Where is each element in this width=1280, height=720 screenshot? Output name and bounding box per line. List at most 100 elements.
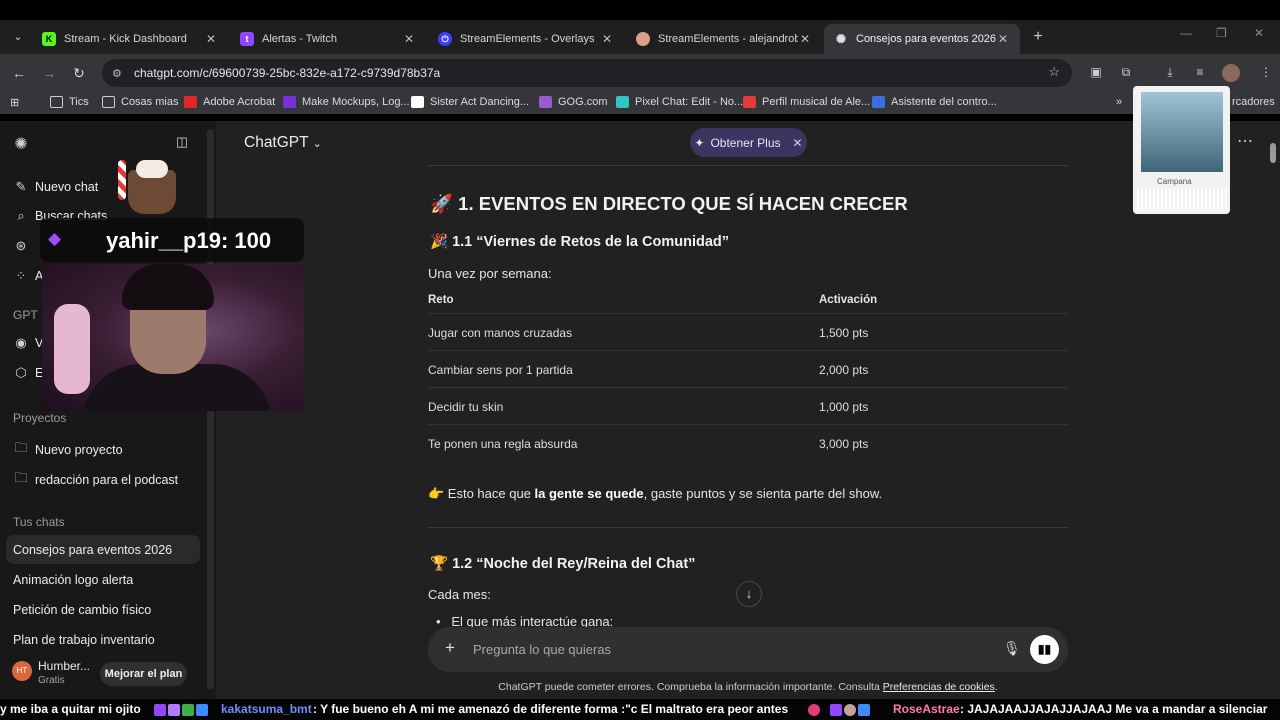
bookmark-star-icon[interactable]: ☆ <box>1048 64 1060 80</box>
close-icon[interactable]: ✕ <box>204 32 218 46</box>
bookmark-label: Asistente del contro... <box>891 96 997 108</box>
takeaway-paragraph: 👉 Esto hace que la gente se quede, gaste… <box>428 486 882 502</box>
openai-logo-icon[interactable]: ✺ <box>13 134 35 154</box>
table-header: Activación <box>819 294 878 306</box>
media-controls-icon[interactable]: ≡ <box>1192 65 1208 81</box>
scroll-down-button[interactable]: ↓ <box>736 581 762 607</box>
gpt-icon: ◉ <box>15 335 27 350</box>
apps-grid-icon[interactable]: ⊞ <box>10 96 19 109</box>
chat-item-label: Plan de trabajo inventario <box>13 633 155 647</box>
sidebar-gpt-item[interactable]: ⬡ E <box>13 365 43 381</box>
sidebar-item-project[interactable]: 🗀 redacción para el podcast <box>13 469 178 491</box>
sidebar-item-new-project[interactable]: 🗀 Nuevo proyecto <box>13 439 122 461</box>
back-icon[interactable]: ← <box>10 64 28 82</box>
tab-3[interactable]: StreamElements - alejandrobmt ✕ <box>626 24 822 54</box>
composer[interactable]: + Pregunta lo que quieras 🎙 ▮▮ <box>428 627 1068 672</box>
chats-heading: Tus chats <box>13 515 65 529</box>
folder-icon: 🗀 <box>14 470 28 485</box>
bookmark-item[interactable]: Asistente del contro... <box>872 96 997 108</box>
bookmark-item[interactable]: GOG.com <box>539 96 608 108</box>
placeit-icon <box>283 96 296 108</box>
download-icon[interactable]: ⤓ <box>1162 65 1178 81</box>
folder-plus-icon: 🗀 <box>14 440 28 455</box>
bookmark-label: GOG.com <box>558 96 608 108</box>
sidebar-gpt-item[interactable]: ◉ V <box>13 335 43 351</box>
bookmark-item[interactable]: Pixel Chat: Edit - No... <box>616 96 743 108</box>
microphone-image <box>54 304 90 394</box>
close-icon[interactable]: ✕ <box>793 136 803 150</box>
close-icon[interactable]: ✕ <box>798 32 812 46</box>
tab-title: StreamElements - Overlays <box>460 33 595 45</box>
bookmark-item[interactable]: Sister Act Dancing... <box>411 96 529 108</box>
bookmark-label: Adobe Acrobat <box>203 96 276 108</box>
window-close-button[interactable]: ✕ <box>1254 26 1264 40</box>
voice-mode-button[interactable]: ▮▮ <box>1030 635 1059 664</box>
browser-menu-icon[interactable]: ⋮ <box>1258 65 1274 81</box>
extensions-icon[interactable]: ⧉ <box>1118 65 1134 81</box>
tab-4-active[interactable]: ✺ Consejos para eventos 2026 ✕ <box>824 24 1020 54</box>
cookie-preferences-link[interactable]: Preferencias de cookies <box>883 681 995 693</box>
pixelchat-icon <box>616 96 629 108</box>
user-name[interactable]: Humber... <box>38 659 90 673</box>
subsection-heading: 🎉 1.1 “Viernes de Retos de la Comunidad” <box>430 234 730 250</box>
chat-item[interactable]: Animación logo alerta <box>13 573 133 587</box>
forward-icon[interactable]: → <box>40 64 58 82</box>
apps-icon: ⁘ <box>15 268 27 283</box>
prompt-input[interactable]: Pregunta lo que quieras <box>473 642 611 657</box>
minimize-button[interactable]: — <box>1180 26 1192 40</box>
close-icon[interactable]: ✕ <box>600 32 614 46</box>
page-scrollbar[interactable] <box>1270 143 1276 163</box>
reload-icon[interactable]: ↻ <box>70 64 88 82</box>
avatar[interactable]: HT <box>12 661 32 681</box>
album-art <box>1141 92 1223 172</box>
chat-item[interactable]: Petición de cambio físico <box>13 603 151 617</box>
chat-item[interactable]: Plan de trabajo inventario <box>13 633 155 647</box>
maximize-button[interactable]: ❐ <box>1216 26 1227 40</box>
table-cell: 1,000 pts <box>819 400 869 414</box>
text-span: , gaste puntos y se sienta parte del sho… <box>643 486 883 501</box>
attach-plus-icon[interactable]: + <box>445 638 455 658</box>
profile-switch-icon[interactable]: ▣ <box>1088 65 1104 81</box>
bookmark-item[interactable]: Cosas mias <box>102 96 178 108</box>
sidebar-item-apps[interactable]: ⁘ A <box>13 268 44 284</box>
table-header: Reto <box>428 294 454 306</box>
new-tab-button[interactable]: + <box>1028 27 1048 47</box>
all-bookmarks-label[interactable]: rcadores <box>1232 96 1275 108</box>
tab-1[interactable]: t Alertas - Twitch ✕ <box>230 24 426 54</box>
bookmark-label: Sister Act Dancing... <box>430 96 530 108</box>
table-row: Cambiar sens por 1 partida 2,000 pts <box>428 350 1068 387</box>
bookmark-item[interactable]: Tics <box>50 96 89 108</box>
table-cell: 1,500 pts <box>819 326 869 340</box>
music-profile-icon <box>743 96 756 108</box>
twitch-icon: t <box>240 32 254 46</box>
bookmark-item[interactable]: Perfil musical de Ale... <box>743 96 870 108</box>
projects-heading: Proyectos <box>13 411 67 425</box>
close-icon[interactable]: ✕ <box>996 32 1010 46</box>
bookmark-item[interactable]: Adobe Acrobat <box>184 96 275 108</box>
tab-2[interactable]: ⏻ StreamElements - Overlays ✕ <box>428 24 624 54</box>
now-playing-widget: Campana <box>1133 86 1230 214</box>
more-bookmarks-icon[interactable]: » <box>1116 96 1122 108</box>
table-row: Jugar con manos cruzadas 1,500 pts <box>428 313 1068 350</box>
gem-icon: ◆ <box>48 229 62 248</box>
close-icon[interactable]: ✕ <box>402 32 416 46</box>
site-info-icon[interactable]: ⚙ <box>112 67 126 80</box>
chat-item[interactable]: Consejos para eventos 2026 <box>13 543 172 557</box>
get-plus-button[interactable]: ✦ Obtener Plus ✕ <box>690 128 807 157</box>
microphone-icon[interactable]: 🎙 <box>1003 640 1021 657</box>
tab-title: Stream - Kick Dashboard <box>64 33 187 45</box>
close-sidebar-icon[interactable]: ◫ <box>174 134 196 150</box>
address-bar[interactable]: ⚙ chatgpt.com/c/69600739-25bc-832e-a172-… <box>102 59 1072 87</box>
sidebar-item-images[interactable]: ⊛ <box>13 238 35 254</box>
model-selector[interactable]: ChatGPT ⌄ <box>244 134 322 152</box>
sidebar-item-new-chat[interactable]: ✎ Nuevo chat <box>13 179 99 195</box>
upgrade-plan-button[interactable]: Mejorar el plan <box>100 662 187 686</box>
ticker-message: : Y fue bueno eh A mi me amenazó de dife… <box>313 702 789 716</box>
browser-profile-avatar[interactable] <box>1222 64 1240 82</box>
tab-search-button[interactable]: ⌄ <box>8 27 28 47</box>
track-title: Campana <box>1157 177 1192 186</box>
more-options-icon[interactable]: ⋯ <box>1237 131 1253 151</box>
tab-0[interactable]: K Stream - Kick Dashboard ✕ <box>32 24 228 54</box>
bookmark-item[interactable]: Make Mockups, Log... <box>283 96 410 108</box>
bookmark-label: Pixel Chat: Edit - No... <box>635 96 744 108</box>
